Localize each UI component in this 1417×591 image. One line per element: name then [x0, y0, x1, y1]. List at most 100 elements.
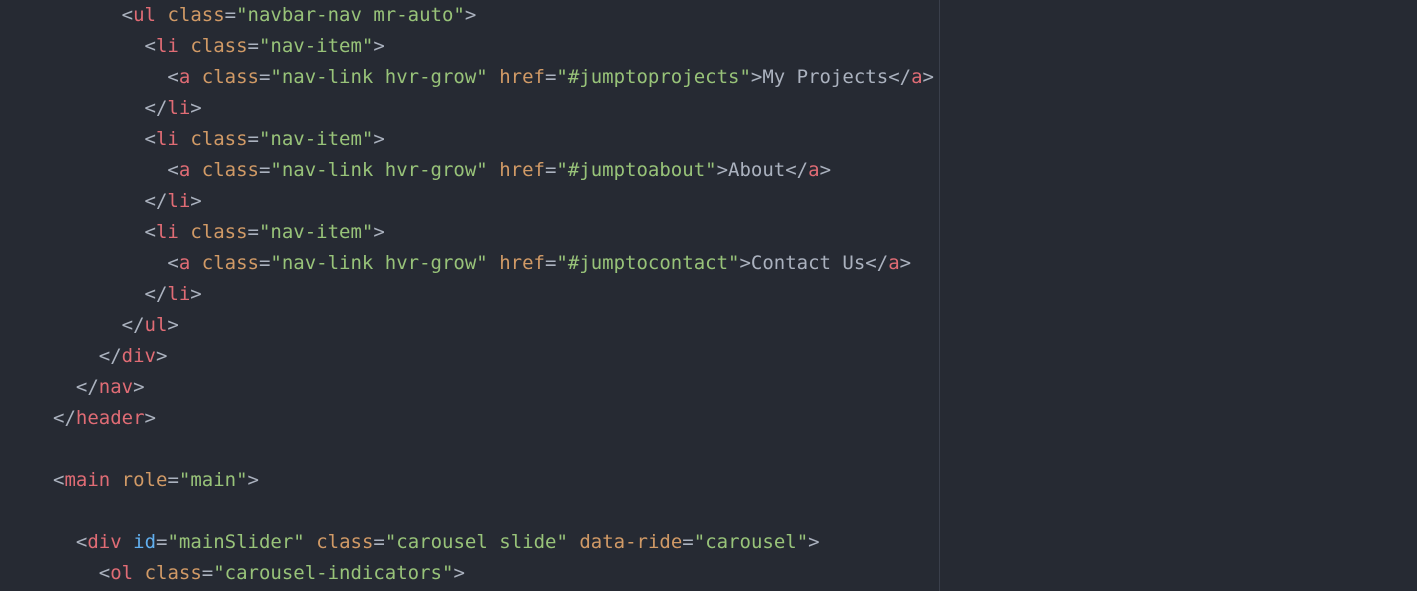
token-punct: > — [190, 283, 202, 305]
code-line[interactable]: </header> — [53, 403, 934, 434]
token-punct: = — [544, 252, 557, 274]
token-str: "carousel" — [693, 531, 809, 553]
code-line[interactable]: </ul> — [53, 310, 934, 341]
token-attr: class — [167, 4, 225, 26]
token-punct: > — [819, 159, 832, 181]
token-punct: < — [167, 159, 179, 181]
code-line[interactable]: </li> — [53, 93, 934, 124]
code-line[interactable]: </nav> — [53, 372, 934, 403]
token-punct: = — [247, 128, 259, 150]
token-tag: li — [167, 283, 191, 305]
code-editor[interactable]: <ul class="navbar-nav mr-auto"> <li clas… — [0, 0, 1417, 591]
code-line[interactable]: <li class="nav-item"> — [53, 217, 934, 248]
token-tag: li — [167, 190, 191, 212]
token-punct: < — [121, 4, 134, 26]
token-tag: li — [167, 97, 191, 119]
token-attr: data-ride — [579, 531, 683, 553]
code-line[interactable]: <div id="mainSlider" class="carousel sli… — [53, 527, 934, 558]
token-str: "nav-link hvr-grow" — [270, 66, 488, 88]
token-attr: class — [201, 66, 259, 88]
token-id-attr: id — [133, 531, 157, 553]
token-tag: a — [808, 159, 820, 181]
code-line[interactable] — [53, 434, 934, 465]
code-line[interactable]: <a class="nav-link hvr-grow" href="#jump… — [53, 62, 934, 93]
token-punct: < — [144, 128, 156, 150]
token-punct: = — [682, 531, 694, 553]
token-tag: ul — [144, 314, 168, 336]
token-punct: </ — [865, 252, 889, 274]
code-line[interactable]: <li class="nav-item"> — [53, 31, 934, 62]
token-punct: </ — [144, 97, 168, 119]
token-punct: < — [75, 531, 88, 553]
token-tag: li — [155, 128, 179, 150]
code-line[interactable]: </li> — [53, 279, 934, 310]
token-str: "carousel slide" — [384, 531, 568, 553]
token-tag: a — [178, 66, 191, 88]
token-str: "nav-link hvr-grow" — [270, 159, 488, 181]
token-tag: li — [155, 35, 179, 57]
token-str: "#jumptoabout" — [556, 159, 717, 181]
code-line[interactable]: <a class="nav-link hvr-grow" href="#jump… — [53, 155, 934, 186]
token-punct: > — [750, 66, 763, 88]
token-attr: href — [499, 252, 545, 274]
token-punct: > — [899, 252, 912, 274]
code-line[interactable]: </div> — [53, 341, 934, 372]
token-str: "navbar-nav mr-auto" — [236, 4, 465, 26]
token-attr: href — [499, 159, 545, 181]
code-lines[interactable]: <ul class="navbar-nav mr-auto"> <li clas… — [53, 0, 934, 589]
token-tag: a — [888, 252, 900, 274]
token-punct: </ — [888, 66, 912, 88]
token-tag: nav — [98, 376, 134, 398]
token-tag: main — [64, 469, 111, 491]
token-punct: < — [144, 35, 156, 57]
token-tag: div — [87, 531, 122, 553]
token-punct: > — [373, 35, 385, 57]
token-attr: class — [190, 35, 248, 57]
token-tag: ol — [110, 562, 134, 584]
token-punct: = — [224, 4, 237, 26]
code-line[interactable]: <a class="nav-link hvr-grow" href="#jump… — [53, 248, 934, 279]
code-line[interactable]: <ol class="carousel-indicators"> — [53, 558, 934, 589]
token-punct: = — [247, 221, 259, 243]
token-tag: a — [178, 252, 191, 274]
token-tag: header — [75, 407, 145, 429]
token-str: "nav-item" — [258, 128, 374, 150]
token-punct: = — [247, 35, 259, 57]
token-str: "main" — [178, 469, 248, 491]
token-punct: </ — [121, 314, 145, 336]
code-line[interactable]: </li> — [53, 186, 934, 217]
code-line[interactable]: <main role="main"> — [53, 465, 934, 496]
token-punct: > — [716, 159, 729, 181]
token-str: "mainSlider" — [167, 531, 305, 553]
wrap-guide — [939, 0, 940, 591]
token-tag: a — [178, 159, 191, 181]
code-line[interactable] — [53, 496, 934, 527]
token-tag: a — [911, 66, 923, 88]
token-punct: < — [167, 66, 179, 88]
token-punct: > — [167, 314, 179, 336]
token-punct: > — [464, 4, 477, 26]
code-line[interactable]: <li class="nav-item"> — [53, 124, 934, 155]
token-punct: = — [167, 469, 179, 491]
token-punct: > — [190, 97, 202, 119]
code-line[interactable]: <ul class="navbar-nav mr-auto"> — [53, 0, 934, 31]
token-punct: > — [190, 190, 202, 212]
token-attr: href — [499, 66, 545, 88]
token-punct: = — [201, 562, 214, 584]
token-punct: </ — [75, 376, 99, 398]
